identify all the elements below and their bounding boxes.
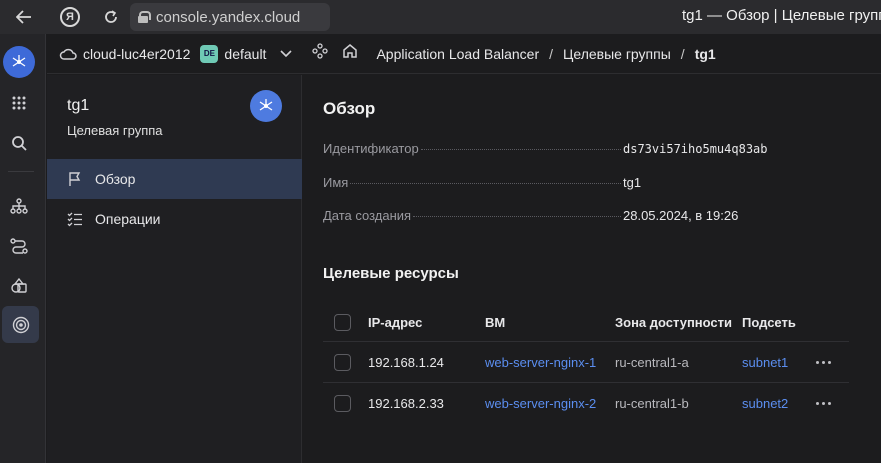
cloud-folder-selector[interactable]: cloud-luc4er2012 DE default <box>59 44 293 63</box>
breadcrumb: Application Load Balancer / Целевые груп… <box>376 46 715 62</box>
field-value: ds73vi57iho5mu4q83ab <box>623 142 768 156</box>
page-tab-title: tg1 — Обзор | Целевые группы <box>682 7 881 24</box>
column-header-zone[interactable]: Зона доступности <box>615 304 732 341</box>
main-content: Обзор Идентификатор ds73vi57iho5mu4q83ab… <box>303 75 881 463</box>
column-header-ip[interactable]: IP-адрес <box>368 304 422 341</box>
page-title: Обзор <box>323 99 376 118</box>
nav-item-label: Операции <box>95 211 161 227</box>
resource-type: Целевая группа <box>67 123 163 138</box>
operations-list-icon <box>67 212 82 227</box>
more-actions-icon[interactable] <box>816 342 831 382</box>
field-label: Имя <box>323 175 349 190</box>
column-header-vm[interactable]: ВМ <box>485 304 505 341</box>
field-id: Идентификатор ds73vi57iho5mu4q83ab <box>323 141 773 159</box>
breadcrumb-current: tg1 <box>694 45 716 62</box>
field-value: tg1 <box>623 175 642 190</box>
cloud-name: cloud-luc4er2012 <box>83 45 191 62</box>
rail-divider <box>8 171 34 172</box>
resource-title: tg1 <box>67 97 90 114</box>
url-text: console.yandex.cloud <box>156 8 301 26</box>
row-checkbox[interactable] <box>334 342 351 382</box>
breadcrumb-alb[interactable]: Application Load Balancer <box>376 46 539 62</box>
load-balancer-service-icon[interactable] <box>250 90 282 122</box>
console-header: cloud-luc4er2012 DE default Application … <box>47 34 881 74</box>
field-label: Идентификатор <box>323 141 419 156</box>
table-row: 192.168.2.33 web-server-nginx-2 ru-centr… <box>323 383 849 424</box>
breadcrumb-separator: / <box>680 45 685 62</box>
yandex-cloud-logo-icon[interactable] <box>3 46 35 78</box>
cell-zone: ru-central1-b <box>615 396 689 411</box>
vm-link[interactable]: web-server-nginx-2 <box>485 383 596 424</box>
search-icon[interactable] <box>0 124 37 161</box>
subnet-link[interactable]: subnet1 <box>742 342 788 382</box>
subnet-link[interactable]: subnet2 <box>742 383 788 424</box>
column-header-subnet[interactable]: Подсеть <box>742 304 796 341</box>
folder-badge: DE <box>200 44 219 63</box>
shapes-icon[interactable] <box>0 267 37 304</box>
dotted-leader <box>420 149 621 150</box>
load-balancer-icon[interactable] <box>2 306 39 343</box>
nav-item-label: Обзор <box>95 171 136 187</box>
back-arrow-icon[interactable] <box>8 1 40 33</box>
breadcrumb-separator: / <box>549 45 554 62</box>
cell-zone: ru-central1-a <box>615 354 689 370</box>
home-icon[interactable] <box>342 43 358 64</box>
cell-ip: 192.168.2.33 <box>368 396 444 411</box>
yandex-icon[interactable]: Я <box>54 1 86 33</box>
global-nav-rail <box>0 34 46 463</box>
nav-item-overview[interactable]: Обзор <box>47 159 302 199</box>
section-title-targets: Целевые ресурсы <box>323 265 459 282</box>
field-created: Дата создания 28.05.2024, в 19:26 <box>323 208 773 226</box>
dotted-leader <box>350 183 621 184</box>
chevron-down-icon <box>280 47 293 61</box>
field-label: Дата создания <box>323 208 412 223</box>
field-name: Имя tg1 <box>323 175 773 193</box>
nav-item-operations[interactable]: Операции <box>47 199 302 239</box>
cloud-icon <box>59 48 77 60</box>
flag-icon <box>69 172 81 186</box>
all-services-grid-icon[interactable] <box>0 84 37 121</box>
row-checkbox[interactable] <box>334 383 351 424</box>
lock-icon <box>138 11 151 23</box>
dotted-leader <box>413 216 621 217</box>
targets-table: IP-адрес ВМ Зона доступности Подсеть 192… <box>323 304 849 424</box>
table-header-row: IP-адрес ВМ Зона доступности Подсеть <box>323 304 849 342</box>
routes-icon[interactable] <box>0 227 37 264</box>
select-all-checkbox[interactable] <box>334 304 351 341</box>
field-value: 28.05.2024, в 19:26 <box>623 208 739 223</box>
more-actions-icon[interactable] <box>816 383 831 424</box>
service-map-icon[interactable] <box>312 43 329 64</box>
network-hierarchy-icon[interactable] <box>0 187 37 224</box>
resource-panel: tg1 Целевая группа Обзор Операции <box>47 75 302 463</box>
breadcrumb-target-groups[interactable]: Целевые группы <box>563 46 671 62</box>
address-bar[interactable]: console.yandex.cloud <box>130 3 330 31</box>
table-row: 192.168.1.24 web-server-nginx-1 ru-centr… <box>323 342 849 383</box>
reload-icon[interactable] <box>95 1 127 33</box>
cell-ip: 192.168.1.24 <box>368 354 444 370</box>
folder-name: default <box>224 45 267 62</box>
vm-link[interactable]: web-server-nginx-1 <box>485 342 596 382</box>
browser-bar: Я console.yandex.cloud tg1 — Обзор | Цел… <box>0 0 881 34</box>
